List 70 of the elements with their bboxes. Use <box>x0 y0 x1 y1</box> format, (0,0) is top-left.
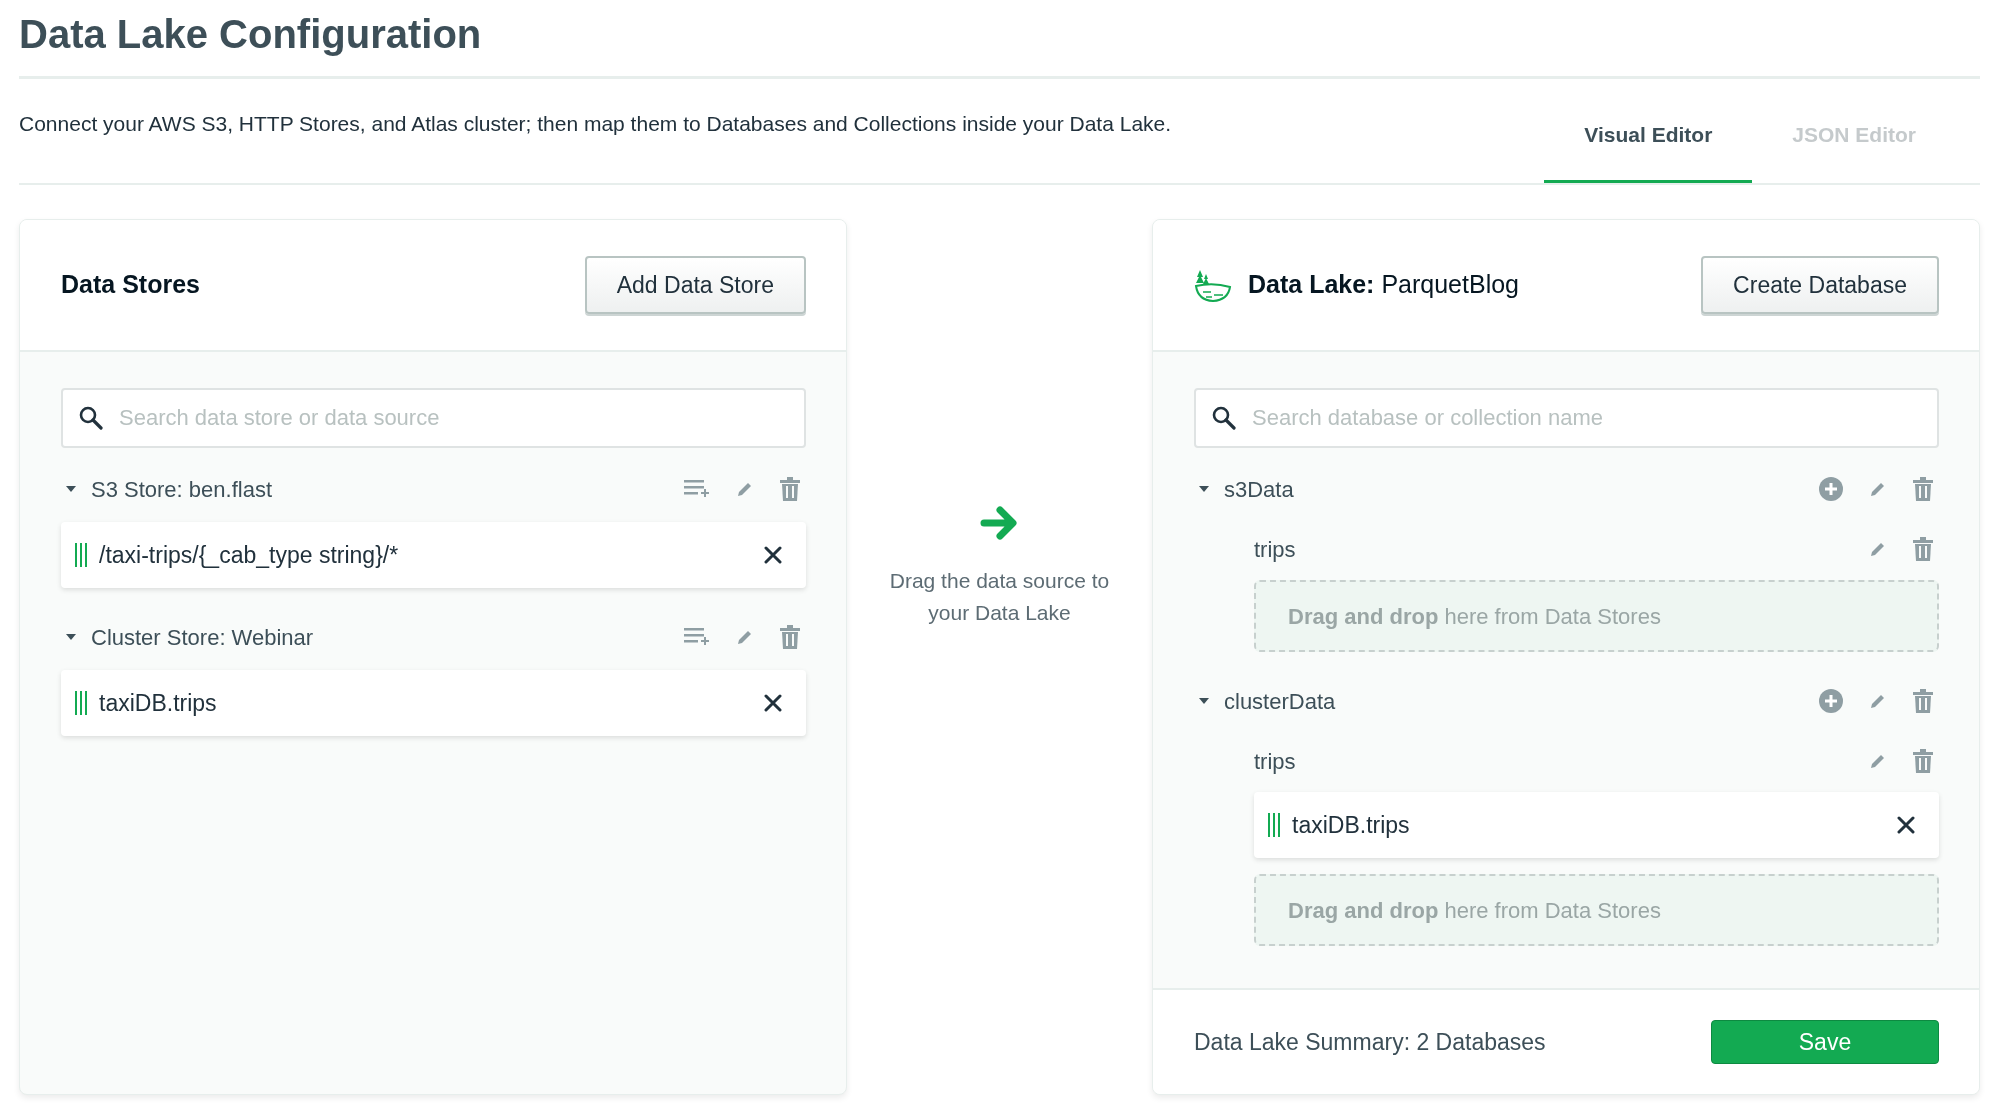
arrow-icon <box>979 505 1020 541</box>
trash-icon <box>780 625 800 649</box>
add-collection-button[interactable] <box>1819 689 1843 713</box>
list-add-icon <box>684 626 710 648</box>
pencil-icon <box>1869 752 1887 770</box>
drag-handle-icon <box>1268 813 1280 837</box>
edit-button[interactable] <box>1869 480 1887 498</box>
search-icon <box>79 406 103 430</box>
trash-icon <box>1913 689 1933 713</box>
panel-title: Data Stores <box>61 269 200 301</box>
close-icon <box>1897 816 1915 834</box>
search-field[interactable]: Search database or collection name <box>1194 388 1939 448</box>
edit-button[interactable] <box>1869 752 1887 770</box>
add-collection-button[interactable] <box>1819 477 1843 501</box>
close-button[interactable] <box>764 694 782 712</box>
create-database-button[interactable]: Create Database <box>1701 255 1939 315</box>
drag-handle-icon <box>75 543 87 567</box>
source-path: taxiDB.trips <box>99 688 218 718</box>
edit-button[interactable] <box>736 628 754 646</box>
panel-title: Data Lake: ParquetBlog <box>1248 269 1519 301</box>
drag-handle-icon <box>75 691 87 715</box>
delete-button[interactable] <box>1913 477 1933 501</box>
source-path: /taxi-trips/{_cab_type string}/* <box>99 540 400 570</box>
delete-button[interactable] <box>1913 749 1933 773</box>
trash-icon <box>1913 749 1933 773</box>
drop-hint: Drag and drop here from Data Stores <box>1288 896 1661 925</box>
pencil-icon <box>1869 540 1887 558</box>
page-title: Data Lake Configuration <box>19 11 483 58</box>
source-item[interactable]: taxiDB.trips <box>61 670 806 736</box>
edit-button[interactable] <box>736 480 754 498</box>
close-icon <box>764 546 782 564</box>
delete-button[interactable] <box>780 477 800 501</box>
summary-text: Data Lake Summary: 2 Databases <box>1194 1027 1546 1057</box>
store-name: S3 Store: ben.flast <box>91 475 273 504</box>
pencil-icon <box>736 480 754 498</box>
list-add-icon <box>684 478 710 500</box>
close-button[interactable] <box>1897 816 1915 834</box>
store-name: Cluster Store: Webinar <box>91 623 315 652</box>
source-item[interactable]: taxiDB.trips <box>1254 792 1939 858</box>
pencil-icon <box>1869 692 1887 710</box>
add-source-button[interactable] <box>684 626 710 648</box>
search-icon <box>1212 406 1236 430</box>
trash-icon <box>1913 477 1933 501</box>
add-data-store-button[interactable]: Add Data Store <box>584 255 806 315</box>
pencil-icon <box>1869 480 1887 498</box>
lake-icon <box>1194 268 1232 302</box>
collection-name: trips <box>1254 747 1297 776</box>
trash-icon <box>780 477 800 501</box>
delete-button[interactable] <box>1913 689 1933 713</box>
hint-text: Drag the data source to your Data Lake <box>888 568 1111 626</box>
collection-name: trips <box>1254 535 1297 564</box>
database-name: clusterData <box>1224 687 1337 716</box>
drop-hint: Drag and drop here from Data Stores <box>1288 602 1661 631</box>
delete-button[interactable] <box>1913 537 1933 561</box>
database-name: s3Data <box>1224 475 1295 504</box>
trash-icon <box>1913 537 1933 561</box>
close-icon <box>764 694 782 712</box>
source-path: taxiDB.trips <box>1292 810 1411 840</box>
plus-circle-icon <box>1819 689 1843 713</box>
delete-button[interactable] <box>780 625 800 649</box>
edit-button[interactable] <box>1869 540 1887 558</box>
tab[interactable]: Visual Editor <box>1544 89 1753 183</box>
source-item[interactable]: /taxi-trips/{_cab_type string}/* <box>61 522 806 588</box>
close-button[interactable] <box>764 546 782 564</box>
description: Connect your AWS S3, HTTP Stores, and Atlas cluster; then map them to Databases and Collections inside your Data Lake. <box>19 111 1172 138</box>
edit-button[interactable] <box>1869 692 1887 710</box>
pencil-icon <box>736 628 754 646</box>
search-field[interactable]: Search data store or data source <box>61 388 806 448</box>
plus-circle-icon <box>1819 477 1843 501</box>
add-source-button[interactable] <box>684 478 710 500</box>
